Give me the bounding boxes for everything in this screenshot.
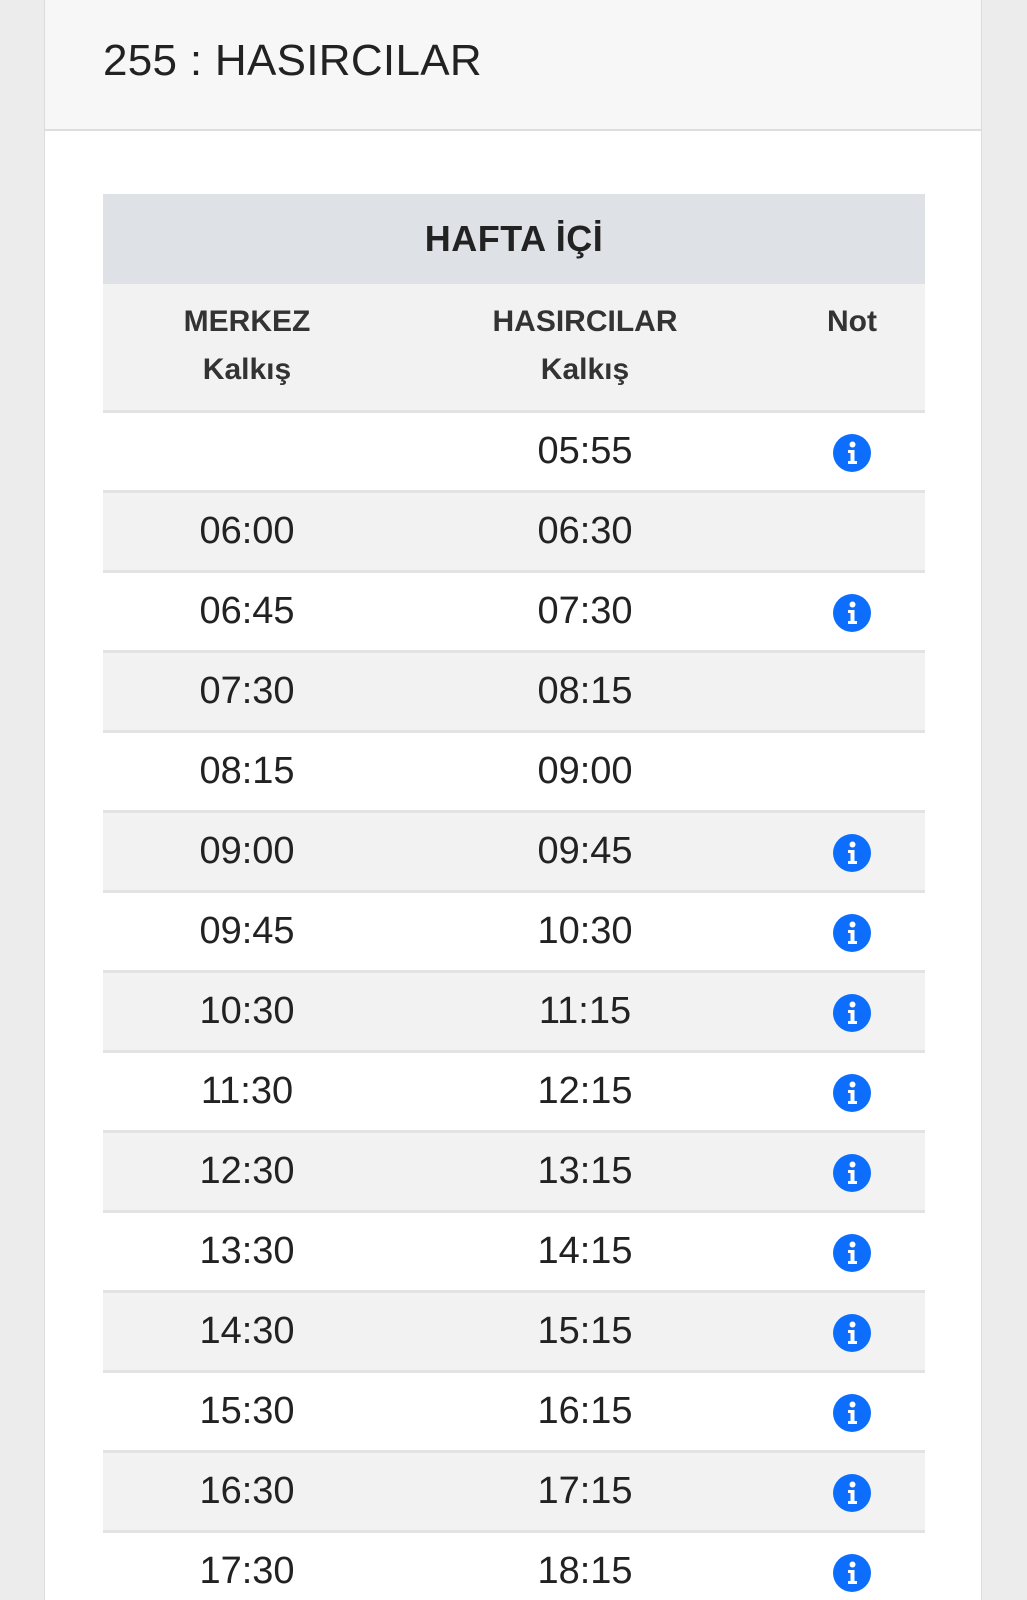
merkez-departure-cell: 11:30 (103, 1050, 391, 1132)
note-cell (779, 1290, 926, 1372)
merkez-departure-cell: 16:30 (103, 1450, 391, 1532)
hasircilar-departure-cell: 13:15 (391, 1130, 779, 1212)
table-row: 15:30 16:15 (103, 1370, 926, 1452)
table-caption-row: HAFTA İÇİ (103, 194, 926, 284)
timetable: HAFTA İÇİ MERKEZ Kalkış HASIRCILAR Kalkı… (103, 194, 926, 1600)
schedule-card: 255 : HASIRCILAR HAFTA İÇİ MERKEZ Kalkış… (44, 0, 982, 1600)
info-circle-icon[interactable] (833, 833, 872, 872)
merkez-departure-cell: 15:30 (103, 1370, 391, 1452)
hasircilar-departure-cell: 17:15 (391, 1450, 779, 1532)
merkez-departure-cell: 17:30 (103, 1530, 391, 1600)
table-row: 07:30 08:15 (103, 650, 926, 732)
merkez-departure-cell: 06:45 (103, 570, 391, 652)
table-row: 09:45 10:30 (103, 890, 926, 972)
column-header-merkez-line2: Kalkış (202, 353, 292, 386)
column-header-note: Not (779, 284, 926, 413)
note-cell (779, 810, 926, 892)
note-cell (779, 890, 926, 972)
hasircilar-departure-cell: 14:15 (391, 1210, 779, 1292)
page-title: 255 : HASIRCILAR (103, 36, 482, 85)
info-circle-icon[interactable] (833, 1393, 872, 1432)
column-header-merkez: MERKEZ Kalkış (103, 284, 391, 413)
note-cell (779, 1210, 926, 1292)
table-row: 10:30 11:15 (103, 970, 926, 1052)
note-cell (779, 730, 926, 812)
column-header-merkez-line1: MERKEZ (183, 305, 311, 338)
info-circle-icon[interactable] (833, 1073, 872, 1112)
column-header-hasircilar-line1: HASIRCILAR (492, 305, 678, 338)
merkez-departure-cell: 09:45 (103, 890, 391, 972)
merkez-departure-cell (103, 410, 391, 492)
table-row: 06:00 06:30 (103, 490, 926, 572)
hasircilar-departure-cell: 11:15 (391, 970, 779, 1052)
hasircilar-departure-cell: 16:15 (391, 1370, 779, 1452)
table-row: 09:00 09:45 (103, 810, 926, 892)
merkez-departure-cell: 06:00 (103, 490, 391, 572)
table-row: 05:55 (103, 410, 926, 492)
note-cell (779, 1530, 926, 1600)
column-header-hasircilar-line2: Kalkış (540, 353, 630, 386)
info-circle-icon[interactable] (833, 433, 872, 472)
column-header-hasircilar: HASIRCILAR Kalkış (391, 284, 779, 413)
note-cell (779, 1450, 926, 1532)
info-circle-icon[interactable] (833, 1553, 872, 1592)
merkez-departure-cell: 07:30 (103, 650, 391, 732)
info-circle-icon[interactable] (833, 1473, 872, 1512)
note-cell (779, 570, 926, 652)
hasircilar-departure-cell: 05:55 (391, 410, 779, 492)
table-row: 11:30 12:15 (103, 1050, 926, 1132)
table-row: 14:30 15:15 (103, 1290, 926, 1372)
note-cell (779, 1050, 926, 1132)
card-header: 255 : HASIRCILAR (45, 0, 981, 131)
merkez-departure-cell: 13:30 (103, 1210, 391, 1292)
merkez-departure-cell: 10:30 (103, 970, 391, 1052)
info-circle-icon[interactable] (833, 993, 872, 1032)
info-circle-icon[interactable] (833, 1313, 872, 1352)
hasircilar-departure-cell: 10:30 (391, 890, 779, 972)
merkez-departure-cell: 08:15 (103, 730, 391, 812)
info-circle-icon[interactable] (833, 1153, 872, 1192)
card-body: HAFTA İÇİ MERKEZ Kalkış HASIRCILAR Kalkı… (103, 194, 926, 1600)
merkez-departure-cell: 12:30 (103, 1130, 391, 1212)
hasircilar-departure-cell: 06:30 (391, 490, 779, 572)
merkez-departure-cell: 09:00 (103, 810, 391, 892)
hasircilar-departure-cell: 07:30 (391, 570, 779, 652)
hasircilar-departure-cell: 09:00 (391, 730, 779, 812)
note-cell (779, 650, 926, 732)
note-cell (779, 1130, 926, 1212)
table-row: 17:30 18:15 (103, 1530, 926, 1600)
table-row: 12:30 13:15 (103, 1130, 926, 1212)
info-circle-icon[interactable] (833, 593, 872, 632)
hasircilar-departure-cell: 09:45 (391, 810, 779, 892)
note-cell (779, 1370, 926, 1452)
info-circle-icon[interactable] (833, 913, 872, 952)
column-header-note-label: Not (827, 305, 877, 338)
table-caption: HAFTA İÇİ (103, 194, 926, 284)
table-row: 13:30 14:15 (103, 1210, 926, 1292)
table-body: 05:55 06:00 06:30 06:45 07:30 07:30 08:15 08:15… (103, 410, 926, 1600)
note-cell (779, 490, 926, 572)
merkez-departure-cell: 14:30 (103, 1290, 391, 1372)
table-row: 16:30 17:15 (103, 1450, 926, 1532)
table-row: 08:15 09:00 (103, 730, 926, 812)
table-row: 06:45 07:30 (103, 570, 926, 652)
table-header-row: MERKEZ Kalkış HASIRCILAR Kalkış Not (103, 284, 926, 413)
hasircilar-departure-cell: 08:15 (391, 650, 779, 732)
hasircilar-departure-cell: 18:15 (391, 1530, 779, 1600)
note-cell (779, 410, 926, 492)
hasircilar-departure-cell: 12:15 (391, 1050, 779, 1132)
note-cell (779, 970, 926, 1052)
hasircilar-departure-cell: 15:15 (391, 1290, 779, 1372)
info-circle-icon[interactable] (833, 1233, 872, 1272)
